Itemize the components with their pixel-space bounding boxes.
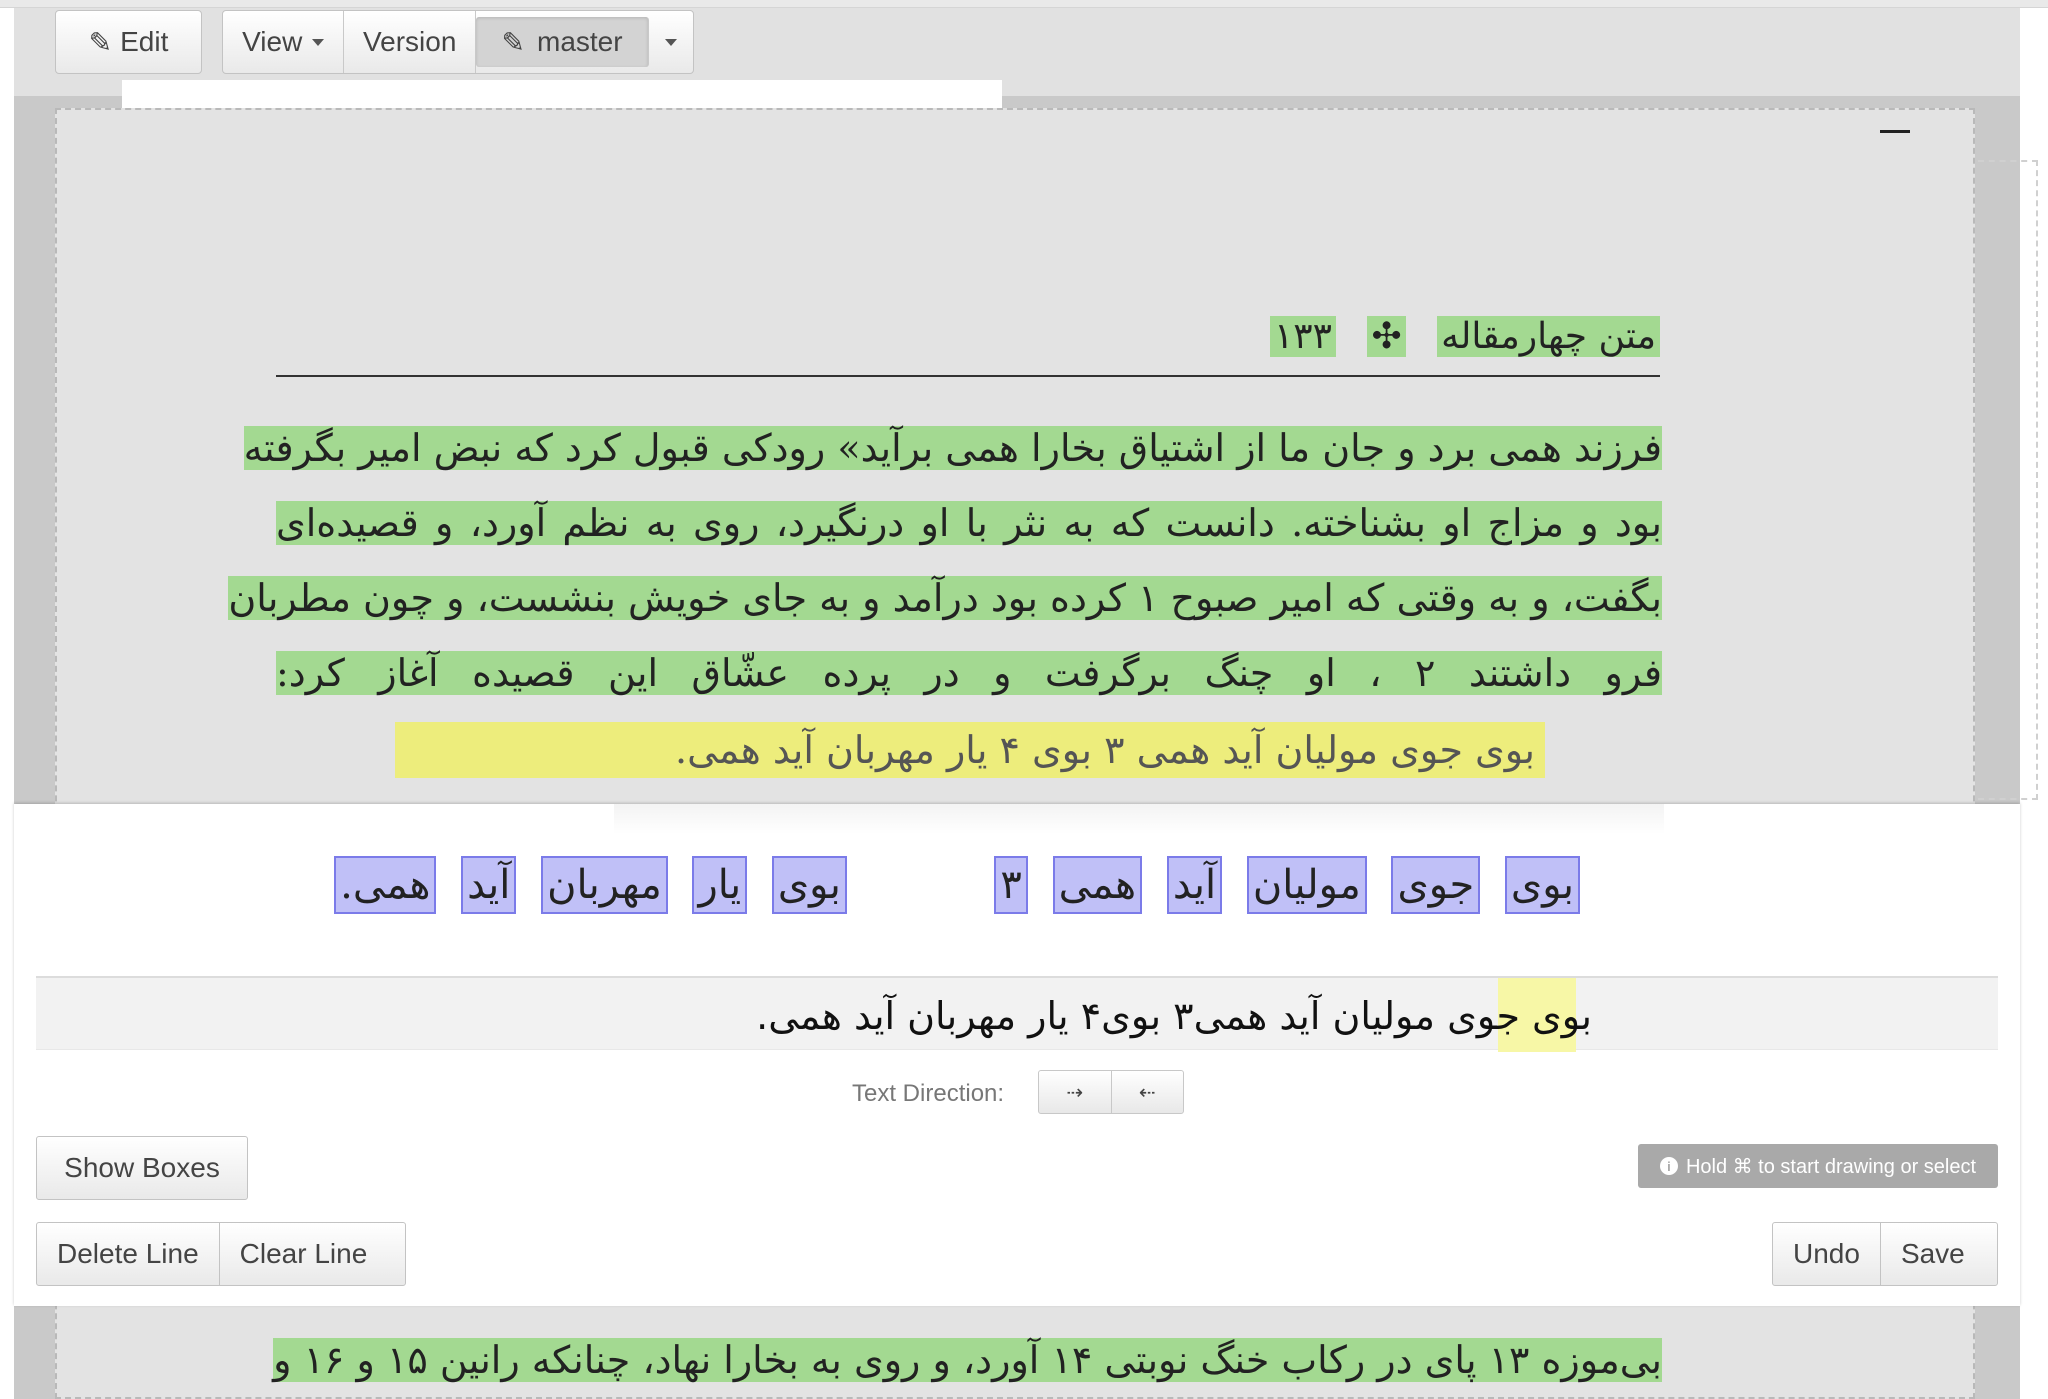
pencil-icon: ✎ [501,26,525,58]
text-direction-label: Text Direction: [852,1080,1005,1107]
edit-button[interactable]: ✎ Edit [55,10,202,74]
hint-text: Hold ⌘ to start drawing or select [1685,1155,1977,1178]
line-text: فرزند همی برد و جان ما از اشتیاق بخارا ه… [243,426,1662,470]
line-text-bar: بوی جوی مولیان آید همی۳ بوی۴ یار مهربان … [36,976,1998,1052]
ltr-button[interactable]: ⇢ [1039,1071,1111,1113]
branch-button[interactable]: ✎ master [475,17,650,67]
word-box[interactable]: بوی [1504,856,1580,914]
line-text: فرو داشتند ۲ ، او چنگ برگرفت و در پرده ع… [276,651,1663,695]
view-label: View [242,26,303,57]
arrow-left-icon: ⇠ [1138,1081,1156,1104]
delete-line-button[interactable]: Delete Line [37,1223,219,1285]
line-text-input[interactable]: بوی جوی مولیان آید همی۳ بوی۴ یار مهربان … [396,986,1592,1046]
rtl-button[interactable]: ⇠ [1110,1071,1184,1113]
word-box[interactable]: یار [692,856,748,914]
edit-label: Edit [120,26,169,57]
text-line[interactable]: فرزند همی برد و جان ما از اشتیاق بخارا ه… [243,420,1662,480]
undo-button[interactable]: Undo [1773,1223,1880,1285]
word-box[interactable]: همی. [334,856,437,914]
show-boxes-button[interactable]: Show Boxes [36,1136,248,1200]
view-version-group: View Version ✎ master [222,10,694,74]
page-edge [1978,160,2038,800]
arrow-right-icon: ⇢ [1066,1081,1084,1104]
header-title: متن چهارمقاله [1437,316,1660,357]
line-actions: Delete Line Clear Line [36,1222,406,1286]
page-shadow [122,80,1002,108]
word-box[interactable]: بوی [771,856,847,914]
top-strip [0,0,2048,8]
word-box[interactable]: مولیان [1246,856,1367,914]
info-icon: i [1659,1157,1678,1175]
word-box[interactable]: ۳ [994,856,1028,914]
branch-dropdown-toggle[interactable] [649,11,693,73]
text-line[interactable]: فرو داشتند ۲ ، او چنگ برگرفت و در پرده ع… [276,645,1663,705]
crop-strip [614,804,1664,834]
line-editor-panel: بوی جوی مولیان آید همی ۳ بوی یار مهربان … [14,804,2020,1306]
page-header: متن چهارمقاله ✣ ۱۳۳ [276,316,1660,376]
line-text: بود و مزاج او بشناخته. دانست که به نثر ب… [276,501,1662,545]
line-crop-preview: بوی جوی مولیان آید همی ۳ بوی یار مهربان … [14,804,2020,964]
version-label: Version [344,11,476,73]
view-dropdown[interactable]: View [223,11,345,73]
drawing-hint: i Hold ⌘ to start drawing or select [1638,1144,1998,1188]
header-ornament: ✣ [1367,316,1406,357]
caret-down-icon [312,38,325,46]
text-line[interactable]: بود و مزاج او بشناخته. دانست که به نثر ب… [276,495,1662,555]
text-line[interactable]: بی‌موزه ۱۳ پای در رکاب خنگ نوبتی ۱۴ آورد… [273,1332,1662,1388]
text-direction-toggle: ⇢ ⇠ [1038,1070,1184,1114]
line-text: بگفت، و به وقتی که امیر صبوح ۱ کرده بود … [228,576,1662,620]
header-page-number: ۱۳۳ [1269,316,1336,357]
text-line[interactable]: بگفت، و به وقتی که امیر صبوح ۱ کرده بود … [228,570,1662,630]
header-rule [276,375,1660,377]
word-box[interactable]: آید [1166,856,1223,914]
pencil-icon: ✎ [88,26,113,58]
save-button[interactable]: Save [1879,1223,1985,1285]
word-boxes: بوی جوی مولیان آید همی ۳ بوی یار مهربان … [334,856,1580,926]
page-mark [1880,130,1910,133]
selected-line[interactable]: بوی جوی مولیان آید همی ۳ بوی ۴ یار مهربا… [395,722,1545,778]
clear-line-button[interactable]: Clear Line [218,1223,388,1285]
caret-down-icon [665,38,678,46]
word-box[interactable]: مهربان [541,856,668,914]
word-box[interactable]: همی [1052,856,1143,914]
save-actions: Undo Save [1772,1222,1998,1286]
word-box[interactable]: جوی [1391,856,1481,914]
branch-label: master [537,26,623,57]
word-box[interactable]: آید [461,856,517,914]
line-text: بی‌موزه ۱۳ پای در رکاب خنگ نوبتی ۱۴ آورد… [273,1338,1662,1382]
